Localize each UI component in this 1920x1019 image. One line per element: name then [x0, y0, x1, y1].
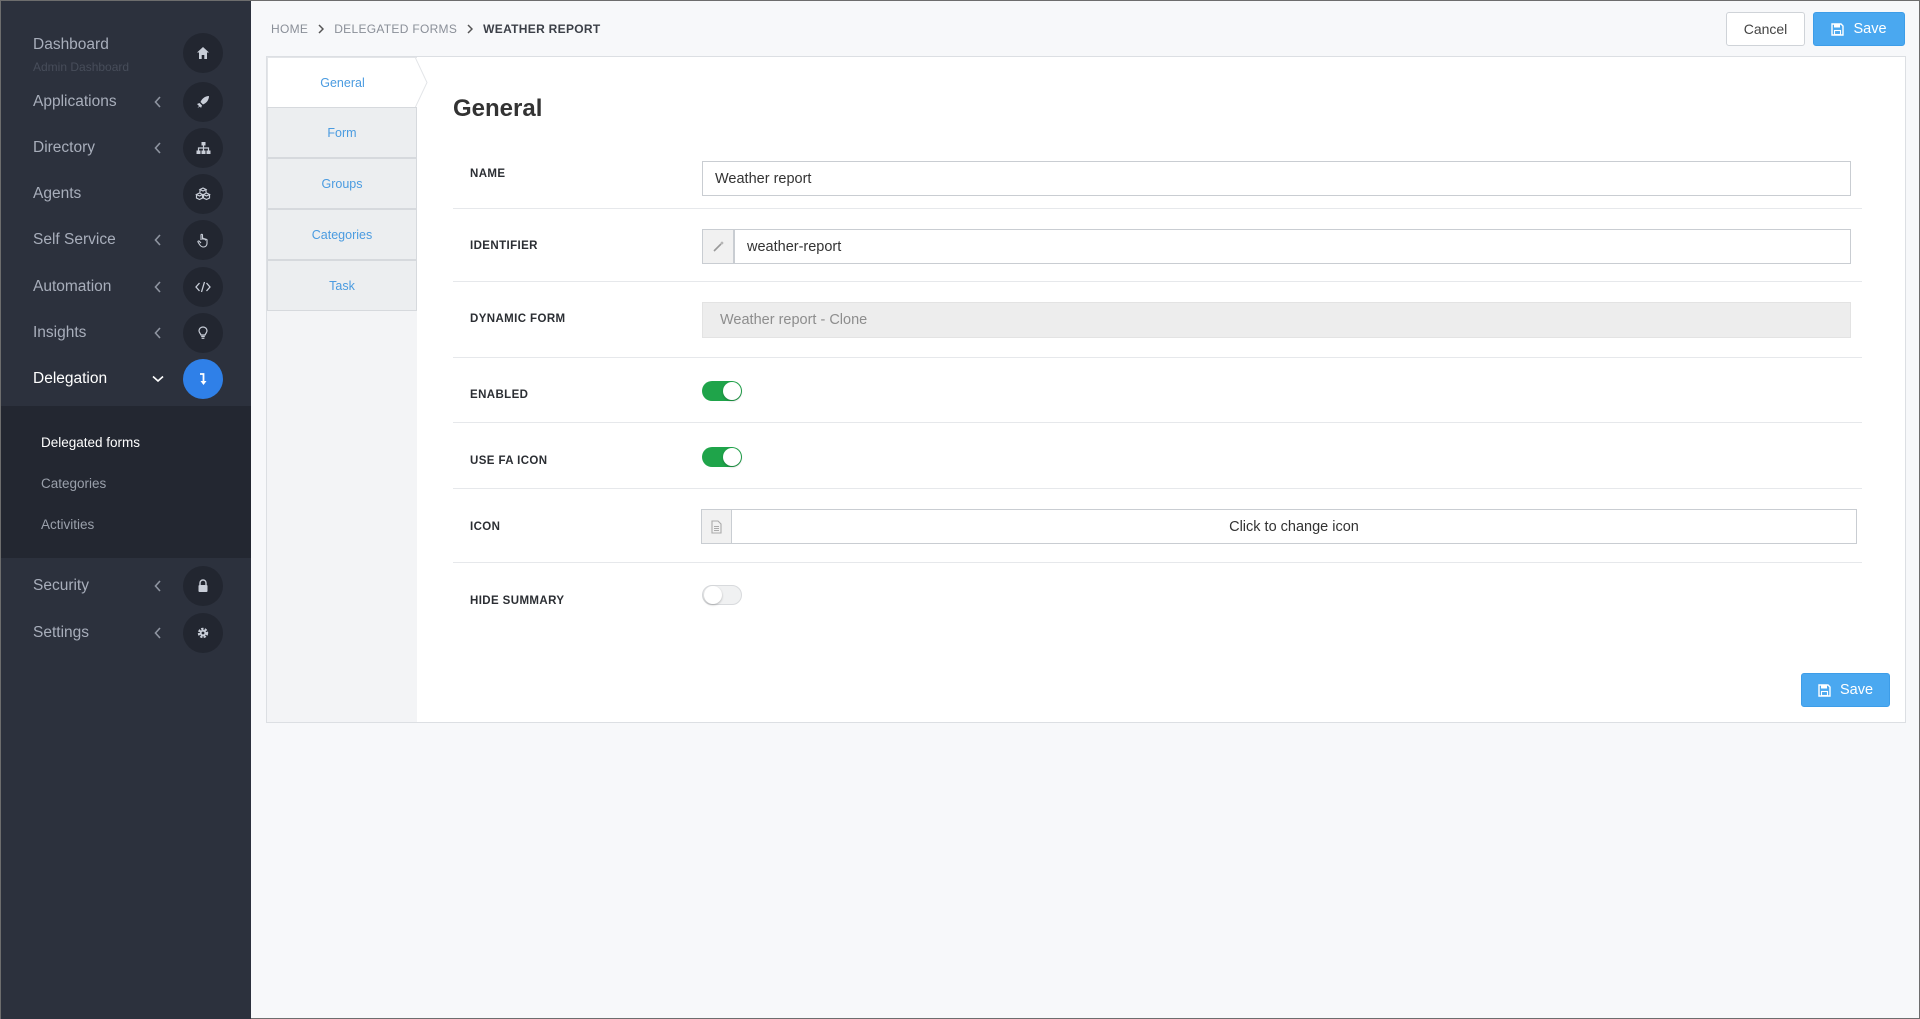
code-icon — [183, 267, 223, 307]
chevron-left-icon — [151, 579, 165, 593]
sidebar-item-label: Settings — [33, 624, 90, 641]
sidebar-item-security[interactable]: Security — [1, 563, 251, 609]
toggle-knob — [723, 382, 741, 400]
delegation-submenu: Delegated forms Categories Activities — [1, 406, 251, 558]
sidebar-item-settings[interactable]: Settings — [1, 610, 251, 656]
tab-label: Groups — [321, 176, 363, 191]
row-dynamic-form: DYNAMIC FORM Weather report - Clone — [453, 282, 1862, 358]
tab-label: General — [320, 75, 365, 90]
tab-form[interactable]: Form — [267, 107, 417, 158]
sidebar-item-sublabel: Admin Dashboard — [33, 60, 130, 74]
row-icon: ICON Click to change icon — [453, 489, 1862, 563]
sidebar-item-label: Insights — [33, 324, 87, 341]
sidebar-item-label: Dashboard — [33, 36, 109, 53]
identifier-input[interactable]: weather-report — [734, 229, 1851, 264]
save-button-bottom[interactable]: Save — [1801, 673, 1890, 707]
section-title: General — [453, 95, 543, 122]
sidebar-item-label: Automation — [33, 278, 112, 295]
sidebar-item-label: Applications — [33, 93, 117, 110]
lock-icon — [183, 566, 223, 606]
sidebar-item-automation[interactable]: Automation — [1, 264, 251, 310]
icon-label: ICON — [470, 521, 501, 533]
use-fa-icon-label: USE FA ICON — [470, 455, 548, 467]
chevron-left-icon — [151, 326, 165, 340]
sidebar-item-label: Self Service — [33, 231, 116, 248]
home-icon — [183, 33, 223, 73]
tab-general[interactable]: General — [267, 57, 417, 108]
dynamic-form-input: Weather report - Clone — [702, 302, 1851, 338]
hand-pointer-icon — [183, 220, 223, 260]
sidebar-item-applications[interactable]: Applications — [1, 79, 251, 125]
chevron-left-icon — [151, 141, 165, 155]
sidebar-item-label: Directory — [33, 139, 96, 156]
row-name: NAME Weather report — [453, 152, 1862, 209]
level-down-icon — [183, 359, 223, 399]
save-icon — [1818, 683, 1831, 697]
change-icon-button[interactable]: Click to change icon — [731, 509, 1857, 544]
breadcrumb-current: WEATHER REPORT — [483, 22, 601, 36]
rocket-icon — [183, 82, 223, 122]
magic-wand-icon[interactable] — [702, 229, 734, 264]
sidebar-item-delegation[interactable]: Delegation — [1, 356, 251, 402]
row-enabled: ENABLED — [453, 358, 1862, 423]
lightbulb-icon — [183, 313, 223, 353]
enabled-label: ENABLED — [470, 389, 529, 401]
sidebar-item-label: Delegation — [33, 370, 108, 387]
submenu-item-categories[interactable]: Categories — [41, 476, 106, 491]
tab-label: Categories — [311, 227, 373, 242]
cubes-icon — [183, 174, 223, 214]
active-tab-arrow — [415, 57, 428, 108]
name-input[interactable]: Weather report — [702, 161, 1851, 196]
sidebar-item-insights[interactable]: Insights — [1, 310, 251, 356]
sidebar-item-label: Security — [33, 577, 89, 594]
toggle-knob — [723, 448, 741, 466]
cancel-button[interactable]: Cancel — [1726, 12, 1805, 46]
save-button-label: Save — [1853, 21, 1887, 37]
breadcrumb-home[interactable]: HOME — [271, 22, 308, 36]
save-icon — [1831, 22, 1845, 36]
chevron-left-icon — [151, 95, 165, 109]
row-use-fa-icon: USE FA ICON — [453, 423, 1862, 489]
toggle-knob — [704, 586, 722, 604]
sitemap-icon — [183, 128, 223, 168]
gear-icon — [183, 613, 223, 653]
enabled-toggle[interactable] — [702, 381, 742, 401]
tab-task[interactable]: Task — [267, 260, 417, 311]
file-icon — [701, 509, 732, 544]
sidebar-item-label: Agents — [33, 185, 82, 202]
chevron-left-icon — [151, 280, 165, 294]
tab-groups[interactable]: Groups — [267, 158, 417, 209]
form-card: General Form Groups Categories Task Gene… — [266, 56, 1906, 723]
chevron-left-icon — [151, 233, 165, 247]
row-identifier: IDENTIFIER weather-report — [453, 209, 1862, 282]
name-label: NAME — [470, 168, 506, 180]
tab-label: Task — [329, 278, 355, 293]
chevron-down-icon — [151, 372, 165, 386]
save-button[interactable]: Save — [1813, 12, 1905, 46]
chevron-right-icon — [467, 24, 474, 34]
chevron-right-icon — [318, 24, 325, 34]
submenu-item-delegated-forms[interactable]: Delegated forms — [41, 435, 140, 450]
sidebar-item-directory[interactable]: Directory — [1, 125, 251, 171]
sidebar-item-dashboard[interactable]: Dashboard Admin Dashboard — [1, 30, 251, 76]
submenu-item-activities[interactable]: Activities — [41, 517, 94, 532]
identifier-label: IDENTIFIER — [470, 240, 538, 252]
sidebar-item-self-service[interactable]: Self Service — [1, 217, 251, 263]
save-button-label: Save — [1839, 682, 1874, 698]
use-fa-icon-toggle[interactable] — [702, 447, 742, 467]
row-hide-summary: HIDE SUMMARY — [453, 563, 1862, 633]
breadcrumb: HOME DELEGATED FORMS WEATHER REPORT — [271, 22, 600, 36]
breadcrumb-delegated-forms[interactable]: DELEGATED FORMS — [334, 22, 457, 36]
chevron-left-icon — [151, 626, 165, 640]
tab-categories[interactable]: Categories — [267, 209, 417, 260]
sidebar: Dashboard Admin Dashboard Applications D… — [1, 1, 251, 1019]
dynamic-form-label: DYNAMIC FORM — [470, 313, 566, 325]
tabs-column: General Form Groups Categories Task — [267, 57, 428, 722]
sidebar-item-agents[interactable]: Agents — [1, 171, 251, 217]
hide-summary-label: HIDE SUMMARY — [470, 595, 565, 607]
hide-summary-toggle[interactable] — [702, 585, 742, 605]
tab-label: Form — [327, 125, 357, 140]
